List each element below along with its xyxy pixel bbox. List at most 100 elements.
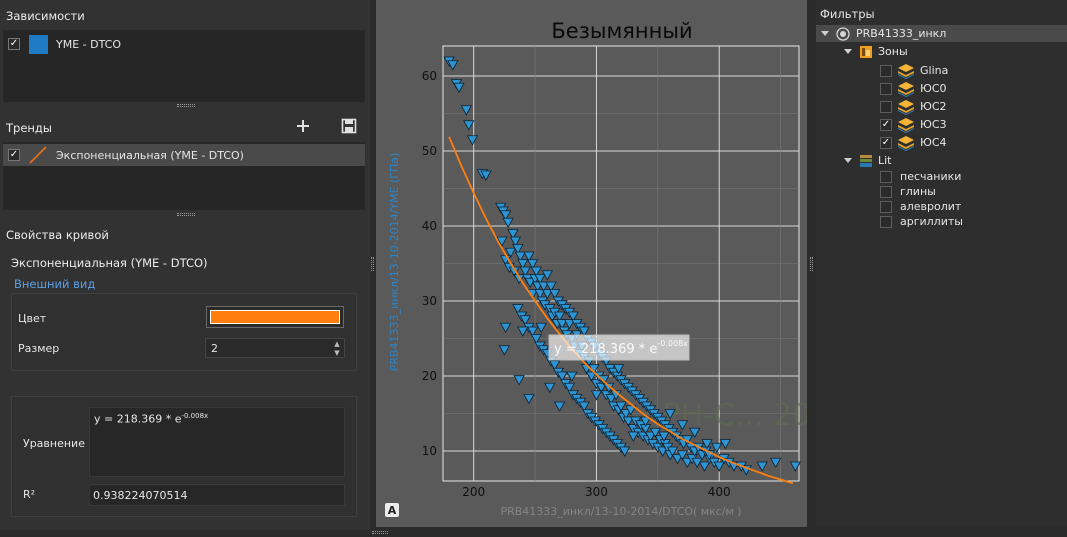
zone-checkbox[interactable]: ✓: [880, 118, 892, 131]
color-picker[interactable]: [206, 306, 344, 328]
zones-icon: [860, 45, 872, 58]
dependencies-title: Зависимости: [6, 9, 85, 23]
zone-label: ЮС4: [920, 136, 947, 149]
x-tick-label: 200: [462, 485, 485, 499]
left-panel: Зависимости ✓ YME - DTCO Тренды ✓ Экспон…: [0, 0, 370, 530]
svg-text:A: A: [388, 504, 397, 517]
dependencies-list: ✓ YME - DTCO: [3, 30, 365, 102]
equation-text: y = 218.369 * e: [94, 412, 182, 426]
trend-label: Экспоненциальная (YME - DTCO): [56, 148, 244, 162]
spin-down-icon[interactable]: ▼: [331, 349, 343, 357]
y-tick-label: 10: [422, 444, 437, 458]
expand-icon[interactable]: [844, 49, 852, 54]
zones-label: Зоны: [878, 45, 908, 58]
appearance-group: Цвет Размер 2 ▲ ▼: [11, 293, 357, 371]
size-spinbox[interactable]: 2 ▲ ▼: [205, 338, 345, 358]
zone-item[interactable]: ✓ ЮС4: [880, 134, 947, 151]
trends-splitter[interactable]: [177, 213, 195, 216]
trends-list: ✓ Экспоненциальная (YME - DTCO): [3, 142, 365, 210]
y-tick-label: 30: [422, 294, 437, 308]
y-tick-label: 20: [422, 369, 437, 383]
bottom-splitter[interactable]: [372, 531, 388, 534]
equation-field[interactable]: y = 218.369 * e-0.008x: [89, 407, 345, 477]
color-label: Цвет: [18, 312, 47, 325]
layers-icon: [898, 81, 914, 97]
y-tick-label: 60: [422, 69, 437, 83]
root-label: PRB41333_инкл: [856, 27, 947, 40]
watermark: PH-C... 2018: [663, 398, 807, 433]
r2-field[interactable]: 0.938224070514: [89, 484, 345, 506]
y-tick-label: 40: [422, 219, 437, 233]
x-axis-label: PRB41333_инкл/13-10-2014/DTCO( мкс/м ): [500, 505, 741, 518]
y-axis-label: PRB41333_инкл/13-10-2014/YME (ГПа): [388, 153, 401, 372]
zone-label: Glina: [920, 64, 949, 77]
lit-node[interactable]: Lit: [844, 152, 892, 169]
layers-icon: [898, 117, 914, 133]
lit-item-label: песчаники: [900, 170, 962, 183]
filters-title: Фильтры: [820, 7, 875, 21]
lit-item-label: алевролит: [900, 200, 962, 213]
zone-checkbox[interactable]: ✓: [880, 136, 892, 149]
r2-label: R²: [23, 488, 36, 501]
y-tick-label: 50: [422, 144, 437, 158]
trend-checkbox[interactable]: ✓: [8, 149, 20, 161]
zone-item[interactable]: ✓ ЮС3: [880, 116, 947, 133]
appearance-header[interactable]: Внешний вид: [14, 277, 95, 291]
curve-props-title: Свойства кривой: [6, 228, 109, 242]
lit-checkbox[interactable]: [880, 170, 892, 183]
zone-label: ЮС0: [920, 82, 947, 95]
layers-icon: [898, 99, 914, 115]
left-splitter[interactable]: [371, 257, 374, 271]
lit-checkbox[interactable]: [880, 200, 892, 213]
trends-title: Тренды: [6, 121, 52, 135]
lit-icon: [860, 154, 872, 167]
dependency-item[interactable]: ✓ YME - DTCO: [3, 33, 365, 55]
plus-icon[interactable]: [295, 118, 311, 134]
layers-icon: [898, 63, 914, 79]
zone-label: ЮС3: [920, 118, 947, 131]
right-splitter[interactable]: [810, 257, 813, 271]
equation-tooltip: y = 218.369 * e-0.008x: [548, 334, 690, 361]
curve-name: Экспоненциальная (YME - DTCO): [11, 256, 208, 270]
dependencies-splitter[interactable]: [177, 104, 195, 107]
layers-icon: [898, 135, 914, 151]
corner-button[interactable]: A: [385, 503, 399, 517]
zone-item[interactable]: ЮС2: [880, 98, 947, 115]
zones-node[interactable]: Зоны: [844, 43, 908, 60]
trend-item[interactable]: ✓ Экспоненциальная (YME - DTCO): [3, 144, 365, 166]
scatter-chart[interactable]: Безымянный 10 20 30 40 50 60 200 300 400 PH-C...…: [376, 0, 849, 527]
filters-panel: Фильтры PRB41333_инкл Зоны Glina ЮС0 ЮС2 ✓ Ю…: [816, 0, 1067, 526]
radio-icon: [836, 26, 850, 41]
trend-line-icon: [29, 146, 47, 164]
r2-value: 0.938224070514: [93, 489, 188, 502]
expand-icon[interactable]: [844, 158, 852, 163]
equation-label: Уравнение: [23, 437, 85, 450]
dependency-label: YME - DTCO: [56, 37, 122, 51]
zone-checkbox[interactable]: [880, 64, 892, 77]
color-swatch: [210, 310, 340, 324]
zone-checkbox[interactable]: [880, 82, 892, 95]
chart-panel: Безымянный 10 20 30 40 50 60 200 300 400 PH-C...…: [376, 0, 849, 527]
x-tick-label: 300: [585, 485, 608, 499]
equation-group: Уравнение y = 218.369 * e-0.008x R² 0.93…: [11, 396, 357, 517]
lit-item-label: аргиллиты: [900, 215, 963, 228]
zone-item[interactable]: Glina: [880, 62, 948, 79]
spin-up-icon[interactable]: ▲: [331, 340, 343, 348]
lit-checkbox[interactable]: [880, 215, 892, 228]
size-label: Размер: [18, 342, 60, 355]
chart-title: Безымянный: [551, 19, 692, 43]
lit-item-label: глины: [900, 185, 936, 198]
lit-checkbox[interactable]: [880, 185, 892, 198]
lit-label: Lit: [878, 154, 892, 167]
dependency-checkbox[interactable]: ✓: [8, 38, 20, 50]
save-icon[interactable]: [341, 118, 357, 134]
tree-root[interactable]: PRB41333_инкл: [816, 25, 1067, 42]
lit-item[interactable]: аргиллиты: [880, 213, 963, 230]
size-value: 2: [211, 342, 218, 355]
equation-exponent: -0.008x: [181, 412, 209, 420]
zone-item[interactable]: ЮС0: [880, 80, 947, 97]
expand-icon[interactable]: [821, 31, 829, 36]
zone-label: ЮС2: [920, 100, 947, 113]
x-tick-label: 400: [708, 485, 731, 499]
zone-checkbox[interactable]: [880, 100, 892, 113]
